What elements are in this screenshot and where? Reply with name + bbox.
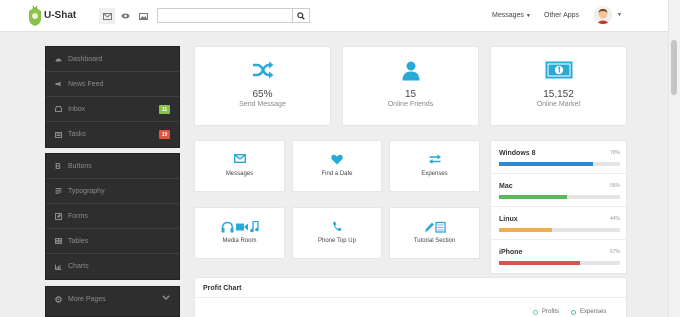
chevron-down-icon[interactable] [162, 295, 170, 302]
inbox-icon [54, 106, 62, 112]
stat-label: Online Friends [387, 101, 434, 108]
tables-icon [54, 238, 62, 244]
sidebar-item-typography[interactable]: Typography [46, 179, 179, 204]
sidebar-item-more-pages[interactable]: More Pages [46, 287, 179, 312]
os-usage-panel: Windows 8 78% Mac 56% Linux 44% iPhone 6… [490, 140, 628, 274]
top-navbar: U-Shat Messages ▼ Other Apps ▼ [0, 0, 668, 32]
legend-dot-icon [571, 309, 576, 315]
sidebar-item-buttons[interactable]: B Buttons [46, 154, 179, 179]
tile-expenses[interactable]: Expenses [389, 140, 480, 192]
money-icon [545, 61, 573, 81]
profit-chart-panel: Profit Chart Profits Expenses [194, 277, 627, 317]
logo-icon[interactable] [27, 5, 43, 27]
progress-bar [499, 162, 620, 166]
messages-menu[interactable]: Messages ▼ [492, 12, 531, 19]
progress-row-linux: Linux 44% [491, 207, 628, 240]
progress-bar [499, 195, 620, 199]
tasks-badge: 19 [159, 130, 170, 139]
caret-down-icon: ▼ [525, 13, 531, 19]
progress-bar [499, 228, 620, 232]
tile-find-a-date[interactable]: Find a Date [292, 140, 382, 192]
brand-name[interactable]: U-Shat [44, 10, 76, 21]
stat-value: 15,152 [543, 89, 574, 100]
tasks-icon [54, 131, 62, 138]
forms-icon [54, 212, 62, 220]
envelope-icon [233, 153, 246, 165]
other-apps-link[interactable]: Other Apps [544, 12, 579, 19]
chart-title: Profit Chart [203, 285, 242, 292]
more-pages-icon [54, 296, 62, 303]
sidebar-item-forms[interactable]: Forms [46, 204, 179, 229]
heart-icon [331, 154, 343, 167]
progress-bar [499, 261, 620, 265]
tile-tutorial-section[interactable]: Tutorial Section [389, 207, 480, 259]
shuffle-icon [252, 61, 274, 81]
sidebar-item-charts[interactable]: Charts [46, 254, 179, 279]
legend-expenses[interactable]: Expenses [571, 309, 606, 315]
stat-label: Send Message [239, 101, 286, 108]
exchange-icon [428, 154, 441, 166]
legend-profits[interactable]: Profits [533, 309, 559, 315]
sidebar-item-tasks[interactable]: Tasks 19 [46, 122, 179, 147]
scrollbar-thumb[interactable] [671, 40, 677, 95]
user-icon [402, 61, 420, 83]
typography-icon [54, 188, 62, 194]
tile-media-room[interactable]: Media Room [194, 207, 285, 259]
progress-row-windows: Windows 8 78% [491, 141, 628, 174]
progress-row-mac: Mac 56% [491, 174, 628, 207]
bold-icon: B [55, 161, 61, 171]
sidebar-group-ui: B Buttons Typography Forms Tables Charts [45, 153, 180, 280]
avatar[interactable] [594, 6, 612, 24]
search-input[interactable] [157, 8, 292, 23]
eye-icon[interactable] [117, 8, 133, 24]
stat-card-online-market[interactable]: 15,152 Online Market [490, 46, 627, 126]
search-button[interactable] [292, 8, 310, 23]
sidebar-item-news-feed[interactable]: News Feed [46, 72, 179, 97]
tile-messages[interactable]: Messages [194, 140, 285, 192]
divider [195, 297, 626, 298]
picture-icon[interactable] [135, 8, 151, 24]
phone-icon [332, 221, 342, 234]
envelope-icon[interactable] [99, 8, 115, 24]
sidebar-item-dashboard[interactable]: Dashboard [46, 47, 179, 72]
caret-down-icon[interactable]: ▼ [617, 12, 622, 18]
inbox-badge: 11 [159, 105, 170, 114]
sidebar-item-tables[interactable]: Tables [46, 229, 179, 254]
legend-dot-icon [533, 309, 538, 315]
progress-row-iphone: iPhone 67% [491, 240, 628, 273]
search-icon [297, 11, 305, 20]
stat-value: 15 [404, 89, 417, 100]
media-icon [221, 220, 259, 235]
stat-card-online-friends[interactable]: 15 Online Friends [342, 46, 479, 126]
sidebar-group-main: Dashboard News Feed Inbox 11 Tasks 19 [45, 46, 180, 148]
dashboard-icon [54, 56, 62, 62]
sidebar-group-more: More Pages [45, 286, 180, 317]
tile-phone-top-up[interactable]: Phone Top Up [292, 207, 382, 259]
stat-label: Online Market [536, 101, 581, 108]
stat-card-send-message[interactable]: 65% Send Message [194, 46, 331, 126]
stat-value: 65% [252, 89, 273, 100]
sidebar-item-inbox[interactable]: Inbox 11 [46, 97, 179, 122]
tutorial-icon [424, 221, 446, 235]
charts-icon [54, 264, 62, 270]
news-feed-icon [54, 81, 62, 87]
